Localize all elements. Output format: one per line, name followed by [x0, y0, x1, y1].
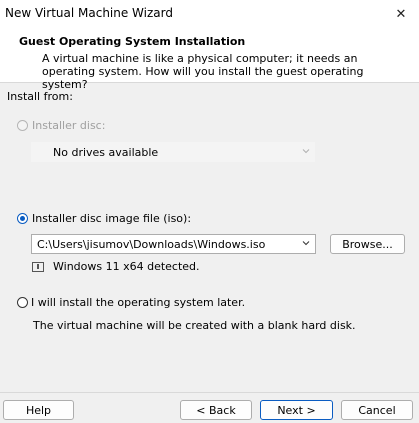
page-description: A virtual machine is like a physical com… — [42, 52, 364, 91]
help-button[interactable]: Help — [3, 400, 74, 420]
install-from-label: Install from: — [7, 90, 73, 103]
iso-label: Installer disc image file (iso): — [32, 212, 192, 225]
installer-disc-label: Installer disc: — [32, 119, 106, 132]
browse-button[interactable]: Browse... — [330, 234, 405, 254]
close-button[interactable]: ✕ — [386, 2, 416, 26]
back-button[interactable]: < Back — [180, 400, 252, 420]
info-icon — [32, 262, 44, 272]
cancel-button[interactable]: Cancel — [341, 400, 413, 420]
chevron-down-icon[interactable] — [302, 239, 310, 247]
close-icon: ✕ — [395, 6, 407, 22]
drive-select[interactable]: No drives available — [31, 142, 315, 162]
page-title: Guest Operating System Installation — [19, 35, 246, 48]
chevron-down-icon — [302, 149, 310, 154]
iso-path-value: C:\Users\jisumov\Downloads\Windows.iso — [37, 237, 266, 251]
window-title: New Virtual Machine Wizard — [5, 6, 173, 20]
detected-os-text: Windows 11 x64 detected. — [53, 260, 200, 273]
drive-select-value: No drives available — [53, 145, 159, 159]
install-later-radio[interactable] — [17, 297, 28, 308]
install-later-note: The virtual machine will be created with… — [33, 319, 356, 332]
install-later-label: I will install the operating system late… — [31, 296, 246, 309]
installer-disc-radio[interactable] — [17, 120, 28, 131]
footer-divider — [0, 392, 419, 393]
iso-radio[interactable] — [17, 213, 28, 224]
next-button[interactable]: Next > — [260, 400, 333, 420]
iso-path-combo[interactable]: C:\Users\jisumov\Downloads\Windows.iso — [31, 234, 316, 254]
